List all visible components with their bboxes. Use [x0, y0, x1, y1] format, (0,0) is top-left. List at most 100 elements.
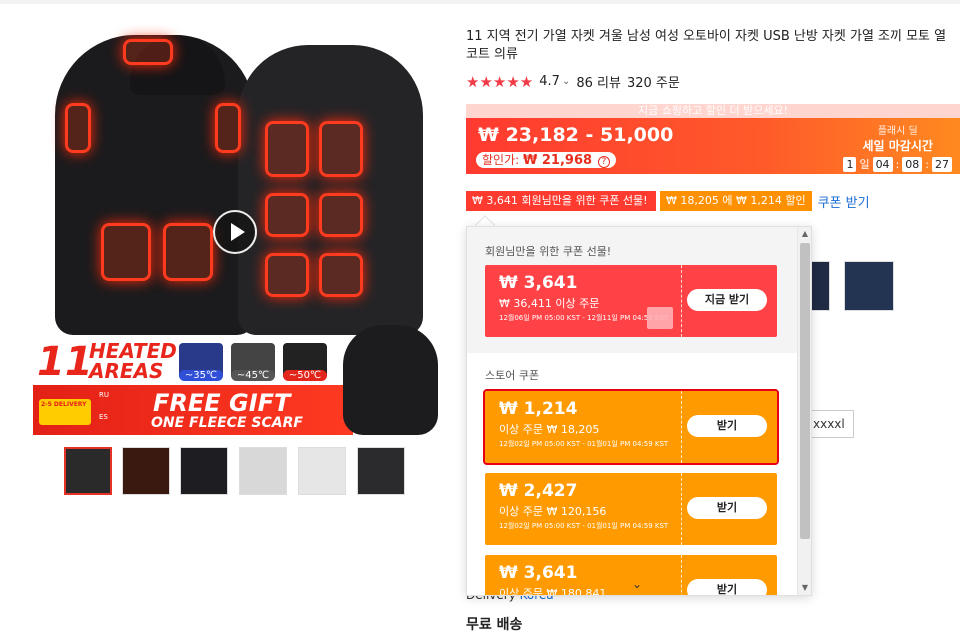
temp-label: ~35℃ — [179, 370, 223, 381]
heating-pad — [319, 193, 363, 237]
heating-pad — [215, 103, 241, 153]
chevron-down-icon[interactable]: ⌄ — [632, 577, 642, 591]
coupon-card: ₩ 3,641 ₩ 36,411 이상 주문 12월06일 PM 05:00 K… — [485, 265, 777, 337]
fleece-scarf-image — [343, 325, 438, 435]
banner-number: 11 — [37, 339, 93, 385]
thumbnail-2[interactable] — [122, 447, 170, 495]
free-shipping: 무료 배송 — [466, 617, 523, 633]
rating-stars: ★★★★★ — [466, 72, 534, 91]
free-gift-text: FREE GIFT — [153, 389, 291, 417]
one-fleece-scarf-text: ONE FLEECE SCARF — [151, 415, 303, 431]
countdown-hours: 04 — [872, 156, 893, 172]
delivery-truck-icon: 2-5 DELIVERY RU ES — [39, 391, 109, 425]
coupon-divider — [681, 555, 682, 595]
rating-dropdown-icon[interactable]: ⌄ — [562, 76, 570, 87]
sale-deadline-title: 세일 마감시간 — [862, 139, 933, 153]
thumbnail-5[interactable] — [298, 447, 346, 495]
heating-pad — [65, 103, 91, 153]
scroll-up-arrow-icon[interactable]: ▲ — [798, 227, 811, 241]
coupon-amount: ₩ 3,641 — [499, 563, 578, 583]
heating-pad — [319, 121, 363, 177]
coupon-card: ₩ 3,641 이상 주문 ₩ 180,841 받기 — [485, 555, 777, 596]
scrollbar-thumb[interactable] — [800, 243, 810, 539]
coupon-date: 12월02일 PM 05:00 KST - 01월01일 PM 04:59 KS… — [499, 440, 669, 448]
price-range: ₩ 23,182 - 51,000 — [478, 124, 674, 146]
get-coupon-button[interactable]: 받기 — [687, 497, 767, 519]
coupon-date: 12월02일 PM 05:00 KST - 01월01일 PM 04:59 KS… — [499, 522, 669, 530]
help-icon[interactable]: ? — [597, 156, 610, 168]
banner-areas: AREAS — [89, 359, 164, 383]
store-coupon-title: 스토어 쿠폰 — [485, 369, 540, 382]
coupon-date: 12월06일 PM 05:00 KST - 12월11일 PM 04:59 KS… — [499, 314, 669, 322]
gift-box-icon — [647, 307, 673, 329]
free-gift-banner: 2-5 DELIVERY RU ES FREE GIFT ONE FLEECE … — [33, 385, 353, 435]
countdown-minutes: 08 — [902, 156, 923, 172]
get-coupon-now-button[interactable]: 지금 받기 — [687, 289, 767, 311]
countdown-days: 1 — [843, 156, 857, 172]
order-count: 320 주문 — [626, 76, 680, 91]
product-title: 11 지역 전기 가열 자켓 겨울 남성 여성 오토바이 자켓 USB 난방 자… — [466, 29, 947, 62]
banner-areas-text: HEATED AREAS — [89, 341, 177, 381]
coupon-divider — [681, 391, 682, 463]
coupon-min-order: 이상 주문 ₩ 18,205 — [499, 423, 600, 436]
coupon-divider — [681, 473, 682, 545]
thumbnail-1[interactable] — [64, 447, 112, 495]
size-option[interactable]: xxxxl — [806, 410, 854, 438]
coupon-tags: ₩ 3,641 회원님만을 위한 쿠폰 선물! ₩ 18,205 에 ₩ 1,2… — [466, 191, 870, 211]
get-coupon-link[interactable]: 쿠폰 받기 — [818, 192, 870, 211]
countdown-day-unit: 일 — [859, 158, 870, 171]
thumbnail-6[interactable] — [357, 447, 405, 495]
member-price-badge: 할인가: ₩ 21,968 ? — [476, 152, 616, 168]
rating-value[interactable]: 4.7 — [539, 74, 560, 89]
countdown-seconds: 27 — [932, 156, 952, 172]
heating-pad — [265, 253, 309, 297]
es-flag-label: ES — [99, 413, 108, 421]
temp-label: ~50℃ — [283, 370, 327, 381]
product-main-image[interactable]: 11 HEATED AREAS ~35℃ ~45℃ ~50℃ 2-5 DELIV… — [33, 25, 438, 435]
heating-pad — [265, 121, 309, 177]
play-video-icon[interactable] — [213, 210, 257, 254]
promo-strip: 지금 쇼핑하고 할인 더 받으세요! — [466, 104, 960, 118]
thumbnail-4[interactable] — [239, 447, 287, 495]
member-coupon-tag[interactable]: ₩ 3,641 회원님만을 위한 쿠폰 선물! — [466, 191, 656, 211]
coupon-amount: ₩ 2,427 — [499, 481, 578, 501]
member-price-label: 할인가: — [482, 153, 520, 167]
coupon-card: ₩ 1,214 이상 주문 ₩ 18,205 12월02일 PM 05:00 K… — [483, 389, 779, 465]
delivery-days-text: 2-5 DELIVERY — [41, 401, 87, 408]
temp-label: ~45℃ — [231, 370, 275, 381]
temp-level-2: ~45℃ — [231, 343, 275, 381]
flash-deal-label: 플래시 딜 — [877, 126, 918, 137]
coupon-card: ₩ 2,427 이상 주문 ₩ 120,156 12월02일 PM 05:00 … — [485, 473, 777, 545]
review-count[interactable]: 86 리뷰 — [576, 72, 621, 91]
get-coupon-button[interactable]: 받기 — [687, 579, 767, 595]
heating-pad — [101, 223, 151, 281]
temp-level-3: ~50℃ — [283, 343, 327, 381]
heating-pad — [265, 193, 309, 237]
countdown: 1 일 04 : 08 : 27 — [843, 156, 952, 172]
jacket-front-image — [55, 35, 255, 335]
variant-option[interactable] — [844, 261, 894, 311]
scroll-down-arrow-icon[interactable]: ▼ — [798, 581, 811, 595]
coupon-amount: ₩ 1,214 — [499, 399, 578, 419]
banner-heated: HEATED — [89, 339, 177, 363]
heating-pad — [123, 39, 173, 65]
top-divider — [0, 0, 960, 4]
coupon-min-order: 이상 주문 ₩ 120,156 — [499, 505, 607, 518]
member-coupon-title: 회원님만을 위한 쿠폰 선물! — [485, 245, 612, 258]
countdown-sep: : — [925, 157, 929, 171]
coupon-min-order: 이상 주문 ₩ 180,841 — [499, 587, 607, 596]
coupon-divider — [681, 265, 682, 337]
heating-pad — [163, 223, 213, 281]
heating-pad — [319, 253, 363, 297]
thumbnail-3[interactable] — [180, 447, 228, 495]
coupon-popup: 회원님만을 위한 쿠폰 선물! ₩ 3,641 ₩ 36,411 이상 주문 1… — [466, 226, 812, 596]
countdown-sep: : — [895, 157, 900, 171]
coupon-min-order: ₩ 36,411 이상 주문 — [499, 297, 600, 310]
get-coupon-button[interactable]: 받기 — [687, 415, 767, 437]
coupon-amount: ₩ 3,641 — [499, 273, 578, 293]
flash-deal-timer: 플래시 딜 세일 마감시간 1 일 04 : 08 : 27 — [843, 122, 952, 172]
store-coupon-tag[interactable]: ₩ 18,205 에 ₩ 1,214 할인 — [660, 191, 812, 211]
price-box: ₩ 23,182 - 51,000 할인가: ₩ 21,968 ? 플래시 딜 … — [466, 118, 960, 174]
ru-flag-label: RU — [99, 391, 109, 399]
popup-scrollbar[interactable]: ▲ ▼ — [797, 227, 811, 595]
